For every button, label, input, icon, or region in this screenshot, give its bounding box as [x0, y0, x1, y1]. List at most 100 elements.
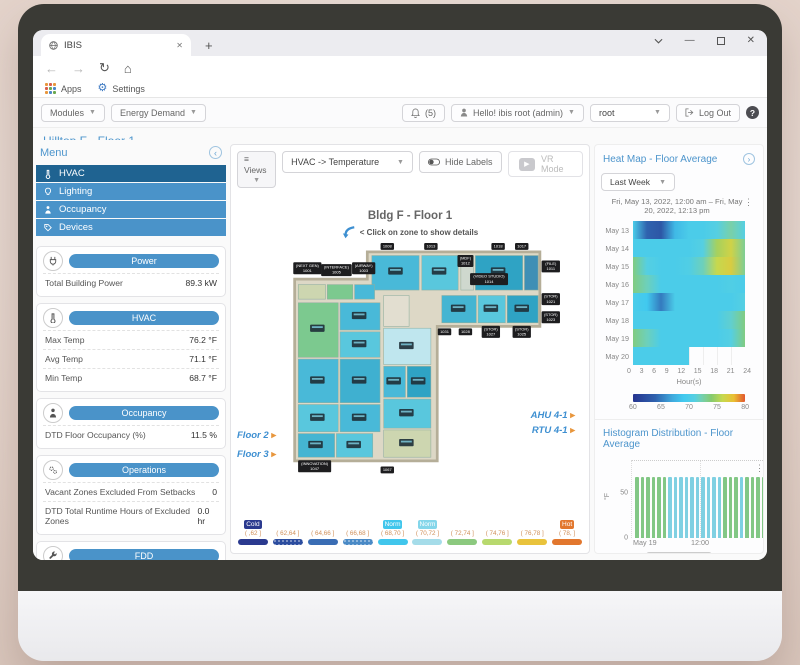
histogram-bar[interactable] — [696, 477, 700, 538]
link-floor-3[interactable]: Floor 3 ▸ — [237, 449, 276, 460]
content-area: Menu ‹ HVACLightingOccupancyDevices Powe… — [33, 140, 767, 560]
floor-plan[interactable]: 1008101310181017(NEXT GEN)1001(INTERFACE… — [245, 241, 575, 479]
heatmap-row: May 19 — [601, 329, 757, 347]
collapse-sidebar-icon[interactable]: ‹ — [209, 146, 222, 159]
zone[interactable] — [384, 296, 409, 327]
plug-icon — [43, 251, 63, 271]
zone[interactable] — [524, 256, 538, 291]
room-tag-label: 1067 — [383, 467, 393, 472]
user-menu[interactable]: Hello! ibis root (admin) ▼ — [451, 104, 584, 122]
zone[interactable] — [355, 285, 375, 300]
room-tag-label: 1047 — [310, 466, 320, 471]
histogram-bar[interactable] — [751, 477, 755, 538]
room-tag-label: 1013 — [426, 244, 436, 249]
forward-icon[interactable]: → — [72, 61, 85, 76]
histogram-bar[interactable] — [762, 477, 765, 538]
person-icon — [44, 205, 52, 215]
histogram-bar[interactable] — [685, 477, 689, 538]
histogram-chart: ⋮ 500°F — [631, 460, 764, 538]
logout-button[interactable]: Log Out — [676, 104, 740, 122]
cursor-arrow-icon — [342, 226, 356, 239]
card-pill-title: HVAC — [69, 311, 219, 325]
histogram-bar[interactable] — [740, 477, 744, 538]
expand-panel-icon[interactable]: › — [743, 153, 755, 165]
histogram-bar[interactable] — [729, 477, 733, 538]
histogram-title: Histogram Distribution - Floor Average — [603, 428, 755, 450]
sidebar-item-lighting[interactable]: Lighting — [36, 183, 226, 200]
zone-chip-line — [516, 306, 527, 308]
yesterday-button[interactable]: Yesterday — [646, 552, 712, 554]
tab-close-icon[interactable]: ✕ — [176, 41, 183, 50]
heatmap-menu-icon[interactable]: ⋮ — [744, 197, 753, 208]
histogram-bar[interactable] — [734, 477, 738, 538]
views-button[interactable]: ≡ Views ▼ — [237, 151, 276, 188]
histogram-bar[interactable] — [690, 477, 694, 538]
bookmark-settings[interactable]: ⚙ Settings — [98, 83, 145, 94]
floorplan-panel: ≡ Views ▼ HVAC -> Temperature ▼ Hide Lab… — [230, 144, 590, 554]
zone[interactable] — [298, 285, 325, 300]
histogram-bar[interactable] — [635, 477, 639, 538]
histogram-bar[interactable] — [707, 477, 711, 538]
legend-item: .( 76,78 ] — [516, 520, 548, 545]
histogram-bar[interactable] — [646, 477, 650, 538]
histogram-bar[interactable] — [679, 477, 683, 538]
link-floor-2[interactable]: Floor 2 ▸ — [237, 430, 276, 441]
sidebar-item-hvac[interactable]: HVAC — [36, 165, 226, 182]
room-tag-label: 1031 — [440, 329, 450, 334]
maximize-button[interactable] — [717, 37, 725, 45]
zone-chip-line — [312, 378, 323, 380]
histogram-bar[interactable] — [657, 477, 661, 538]
home-icon[interactable]: ⌂ — [124, 61, 132, 76]
sidebar-item-devices[interactable]: Devices — [36, 219, 226, 236]
link-ahu-4-1[interactable]: AHU 4-1 ▸ — [531, 410, 575, 421]
close-button[interactable]: ✕ — [747, 35, 755, 46]
legend-swatch — [552, 539, 582, 545]
logout-label: Log Out — [699, 108, 731, 118]
zone[interactable] — [327, 285, 352, 300]
floorplan-toolbar: ≡ Views ▼ HVAC -> Temperature ▼ Hide Lab… — [237, 151, 583, 188]
reload-icon[interactable]: ↻ — [99, 60, 110, 76]
settings-label: Settings — [112, 84, 145, 94]
chevron-down-icon: ▼ — [190, 109, 197, 116]
window-menu-chevron-icon[interactable] — [654, 38, 663, 44]
zone-chip-line — [434, 269, 445, 271]
zone-chip-line — [388, 379, 399, 381]
range-select[interactable]: Last Week ▼ — [601, 173, 675, 191]
help-button[interactable]: ? — [746, 106, 759, 119]
energy-demand-dropdown[interactable]: Energy Demand ▼ — [111, 104, 206, 122]
zone-chip-line — [413, 379, 424, 381]
histogram-bar[interactable] — [652, 477, 656, 538]
account-select[interactable]: root ▼ — [590, 104, 670, 122]
new-tab-button[interactable]: + — [205, 38, 213, 53]
histogram-bar[interactable] — [641, 477, 645, 538]
notifications-button[interactable]: (5) — [402, 104, 445, 122]
zone-chip-line — [348, 443, 359, 445]
sidebar-item-occupancy[interactable]: Occupancy — [36, 201, 226, 218]
histogram-bar[interactable] — [674, 477, 678, 538]
histogram-bar[interactable] — [723, 477, 727, 538]
histogram-bar[interactable] — [701, 477, 705, 538]
view-type-select[interactable]: HVAC -> Temperature ▼ — [282, 151, 413, 173]
histogram-bar[interactable] — [668, 477, 672, 538]
histogram-bar[interactable] — [712, 477, 716, 538]
modules-dropdown[interactable]: Modules ▼ — [41, 104, 105, 122]
histogram-bar[interactable] — [718, 477, 722, 538]
room-tag-label: 1025 — [517, 332, 527, 337]
legend-badge: Norm — [418, 520, 438, 529]
gear-icon: ⚙ — [98, 83, 108, 94]
histogram-bar[interactable] — [756, 477, 760, 538]
back-icon[interactable]: ← — [45, 61, 58, 76]
monitor-chin — [18, 591, 782, 661]
vr-mode-button[interactable]: ▶ VR Mode — [508, 151, 583, 177]
legend-swatch — [378, 539, 408, 545]
heatmap-row: May 13 — [601, 221, 757, 239]
bookmark-apps[interactable]: Apps — [45, 83, 82, 94]
histogram-bar[interactable] — [745, 477, 749, 538]
heatmap-colorbar — [633, 394, 745, 402]
histogram-bar[interactable] — [663, 477, 667, 538]
browser-tab[interactable]: IBIS ✕ — [41, 34, 191, 56]
hide-labels-toggle[interactable]: Hide Labels — [419, 151, 502, 173]
minimize-button[interactable]: — — [685, 35, 695, 46]
link-rtu-4-1[interactable]: RTU 4-1 ▸ — [531, 425, 575, 436]
legend-range: ( 66,68 ] — [346, 530, 369, 537]
